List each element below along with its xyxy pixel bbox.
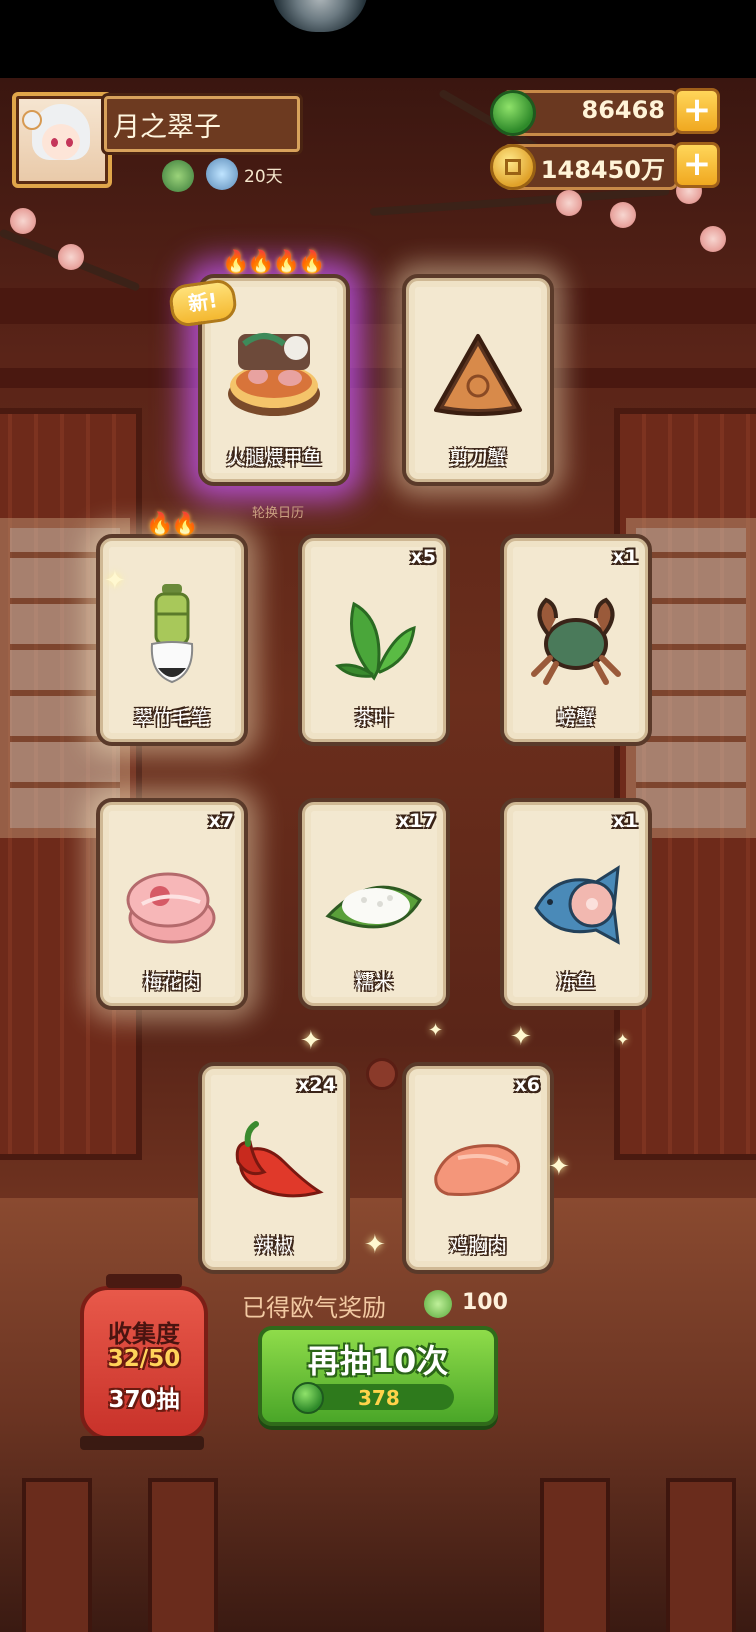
- reward-card[interactable]: x6 鸡胸肉: [402, 1062, 554, 1274]
- blossom-flower: [556, 190, 582, 216]
- card-label: 茶叶: [354, 707, 393, 729]
- sparkle-effect: ✦: [364, 1230, 386, 1260]
- days-counter: 20天: [244, 167, 283, 187]
- coin-amount: 148450万: [540, 156, 665, 184]
- reward-card[interactable]: x24 辣椒: [198, 1062, 350, 1274]
- reward-card[interactable]: x7 梅花肉: [96, 798, 248, 1010]
- reward-card[interactable]: x1 冻鱼: [500, 798, 652, 1010]
- ceiling-beam: [0, 368, 756, 388]
- blossom-flower: [10, 208, 36, 234]
- reward-card[interactable]: x1 螃蟹: [500, 534, 652, 746]
- player-name: 月之翠子: [113, 112, 221, 143]
- draw-again-button[interactable]: 再抽10次 378: [258, 1326, 498, 1426]
- bamboo-brush-icon: [150, 584, 194, 684]
- avatar-eye: [66, 138, 73, 147]
- card-label: 糯米: [354, 971, 393, 993]
- reward-card[interactable]: x5 茶叶: [298, 534, 450, 746]
- draw-again-label: 再抽10次: [307, 1342, 449, 1380]
- card-label: 辣椒: [254, 1235, 293, 1257]
- collection-title: 收集度: [108, 1320, 180, 1348]
- sparkle-effect: ✦: [428, 1020, 444, 1041]
- top-status-bar: [0, 0, 756, 78]
- coin-icon: [490, 144, 536, 190]
- card-label: 鸡胸肉: [449, 1235, 507, 1257]
- chicken-breast-icon: [434, 1144, 521, 1197]
- chili-icon: [235, 1121, 324, 1198]
- jade-amount: 86468: [581, 96, 666, 124]
- collection-progress: 32/50: [107, 1346, 181, 1372]
- draw-cost: 378: [358, 1386, 400, 1410]
- luck-reward-label: 已得欧气奖励: [242, 1294, 386, 1322]
- add-jade-button[interactable]: +: [674, 88, 720, 134]
- lantern-stand: [80, 1436, 204, 1450]
- sparkle-effect: ✦: [300, 1026, 322, 1056]
- card-count: x24: [297, 1074, 336, 1096]
- railing-post: [540, 1478, 610, 1632]
- blossom-flower: [700, 226, 726, 252]
- sparkle-effect: ✦: [104, 566, 126, 596]
- rarity-flames: 🔥🔥🔥🔥: [222, 250, 326, 275]
- reward-card[interactable]: 剪刀蟹: [402, 274, 554, 486]
- tea-leaf-icon: [335, 601, 416, 681]
- rarity-flames: 🔥🔥: [146, 512, 199, 537]
- railing-post: [22, 1478, 92, 1632]
- card-label: 剪刀蟹: [449, 447, 507, 469]
- sparkle-effect: ✦: [616, 1030, 630, 1049]
- add-coins-button[interactable]: +: [674, 142, 720, 188]
- top-emblem-icon: [272, 0, 368, 32]
- jade-icon: [490, 90, 536, 136]
- collection-draws: 370抽: [108, 1387, 180, 1413]
- player-name-box: 月之翠子: [104, 96, 300, 152]
- player-avatar[interactable]: [12, 92, 112, 188]
- card-label: 螃蟹: [556, 707, 595, 729]
- card-count: x6: [514, 1074, 540, 1096]
- sparkle-effect: ✦: [548, 1152, 570, 1182]
- frozen-fish-icon: [534, 865, 620, 945]
- card-count: x5: [410, 546, 436, 568]
- luck-reward-icon: [424, 1290, 452, 1318]
- card-count: x7: [208, 810, 234, 832]
- luck-reward-value: 100: [462, 1290, 508, 1315]
- card-label: 梅花肉: [143, 971, 201, 993]
- jade-icon: [292, 1382, 324, 1414]
- card-label: 冻鱼: [556, 971, 595, 993]
- triangle-cracker-icon: [434, 334, 522, 416]
- blossom-flower: [610, 202, 636, 228]
- railing-post: [666, 1478, 736, 1632]
- card-label: 翠竹毛笔: [133, 707, 210, 729]
- sparkle-effect: ✦: [510, 1022, 532, 1052]
- reward-card[interactable]: x17 糯米: [298, 798, 450, 1010]
- ceiling-beam: [0, 288, 756, 324]
- buff-leaf-icon[interactable]: [162, 160, 194, 192]
- calendar-caption: 轮换日历: [252, 506, 305, 521]
- ham-turtle-dish-icon: [228, 333, 320, 416]
- railing-post: [148, 1478, 218, 1632]
- avatar-face: [42, 124, 80, 160]
- ornament-knob: [366, 1058, 398, 1090]
- card-count: x17: [397, 810, 436, 832]
- avatar-hair-bun: [22, 110, 42, 130]
- collection-lantern[interactable]: 收集度 32/50 370抽: [80, 1274, 208, 1440]
- avatar-eye: [51, 138, 58, 147]
- card-label: 火腿煨甲鱼: [226, 447, 322, 469]
- buff-bowl-icon[interactable]: [206, 158, 238, 190]
- sticky-rice-icon: [325, 885, 423, 929]
- pork-icon: [126, 872, 216, 944]
- crab-icon: [531, 597, 621, 685]
- blossom-flower: [58, 244, 84, 270]
- card-count: x1: [612, 546, 638, 568]
- card-count: x1: [612, 810, 638, 832]
